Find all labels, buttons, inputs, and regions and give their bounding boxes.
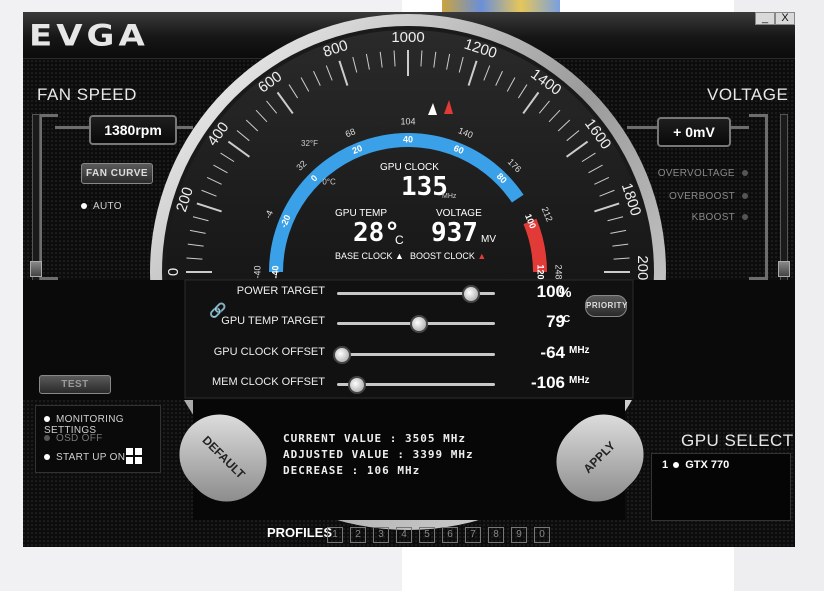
slider-label: POWER TARGET (236, 285, 325, 297)
slider-label: GPU CLOCK OFFSET (213, 346, 325, 358)
gpu-temp-unit: C (395, 233, 404, 247)
gpu-name: GTX 770 (685, 459, 730, 471)
gpu-index: 1 (662, 459, 669, 471)
slider-unit: MHz (569, 345, 590, 356)
slider-track[interactable] (337, 376, 495, 394)
gauge-outer-label: 1000 (391, 29, 424, 46)
gpu-clock-unit: MHz (442, 193, 457, 200)
test-button[interactable]: TEST (39, 375, 111, 394)
slider-value: 79 (546, 312, 565, 331)
current-value-text: CURRENT VALUE : 3505 MHz (283, 432, 466, 445)
temp-f-label: 248 (554, 264, 564, 279)
temp-f-label: 104 (400, 116, 415, 126)
start-up-option[interactable]: START UP ON (44, 452, 125, 463)
profiles-label: PROFILES (267, 525, 333, 540)
gpu-select-list: 1 GTX 770 (651, 453, 791, 521)
monitoring-settings-radio[interactable] (44, 416, 50, 423)
gpu-clock-value: 135 (401, 172, 448, 202)
voltage-gauge-unit: MV (481, 234, 496, 245)
boost-clock-legend: BOOST CLOCK ▲ (410, 251, 486, 261)
apply-button-label: APPLY (580, 438, 618, 476)
decrease-text: DECREASE : 106 MHz (283, 464, 421, 477)
slider-value: 100 (536, 282, 565, 301)
gauge-outer-label: 0 (165, 268, 182, 276)
slider-value: -64 (540, 343, 565, 362)
voltage-gauge-value: 937 (431, 218, 478, 248)
slider-unit: °C (559, 314, 571, 325)
osd-off-label: OSD OFF (56, 433, 103, 444)
slider-label: GPU TEMP TARGET (221, 315, 325, 327)
start-up-label: START UP ON (56, 452, 126, 463)
gpu-select-label: GPU SELECT (681, 431, 794, 450)
profile-button[interactable]: 2 (350, 527, 366, 543)
slider-knob[interactable] (333, 346, 351, 364)
gpu-temp-value: 28° (353, 218, 400, 248)
profile-button[interactable]: 6 (442, 527, 458, 543)
windows-icon (126, 448, 142, 464)
slider-unit: % (559, 284, 572, 300)
base-clock-legend-icon: ▲ (395, 251, 404, 261)
link-icon[interactable]: 🔗 (209, 302, 226, 319)
slider-track[interactable] (333, 346, 495, 364)
slider-knob[interactable] (461, 285, 480, 303)
slider-unit: MHz (569, 375, 590, 386)
precision-window: EVGA _ X FAN SPEED 1380rpm FAN CURVE AUT… (23, 12, 795, 547)
temp-c-label: 40 (403, 134, 413, 144)
profile-button[interactable]: 5 (419, 527, 435, 543)
base-clock-label: BASE CLOCK (335, 251, 393, 261)
profile-button[interactable]: 0 (534, 527, 550, 543)
adjusted-value-text: ADJUSTED VALUE : 3399 MHz (283, 448, 474, 461)
profile-button[interactable]: 3 (373, 527, 389, 543)
priority-button[interactable]: PRIORITY (585, 295, 627, 317)
profile-button[interactable]: 7 (465, 527, 481, 543)
start-up-radio[interactable] (44, 454, 50, 461)
slider-track[interactable] (337, 285, 495, 303)
fahrenheit-unit-label: 32°F (301, 139, 318, 148)
profile-button[interactable]: 8 (488, 527, 504, 543)
boost-clock-legend-icon: ▲ (477, 251, 487, 261)
gpu-selected-radio[interactable] (673, 462, 680, 469)
osd-off-radio[interactable] (44, 435, 50, 442)
temp-f-label: -40 (252, 265, 262, 278)
slider-knob[interactable] (347, 376, 366, 394)
profile-button[interactable]: 1 (327, 527, 343, 543)
slider-knob[interactable] (409, 315, 428, 333)
slider-track[interactable] (337, 315, 495, 333)
slider-value: -106 (530, 373, 565, 392)
monitoring-panel: MONITORING SETTINGS OSD OFF START UP ON (35, 405, 161, 473)
gpu-list-item[interactable]: 1 GTX 770 (662, 459, 729, 471)
profile-button[interactable]: 4 (396, 527, 412, 543)
default-button-label: DEFAULT (199, 433, 248, 482)
boost-clock-label: BOOST CLOCK (410, 251, 475, 261)
profile-button[interactable]: 9 (511, 527, 527, 543)
temp-c-label: 120 (536, 264, 546, 279)
slider-label: MEM CLOCK OFFSET (211, 376, 325, 388)
temp-c-label: -40 (270, 265, 280, 278)
base-clock-legend: BASE CLOCK ▲ (335, 251, 404, 261)
osd-off-option[interactable]: OSD OFF (44, 433, 103, 444)
celsius-unit-label: 0°C (322, 177, 336, 186)
